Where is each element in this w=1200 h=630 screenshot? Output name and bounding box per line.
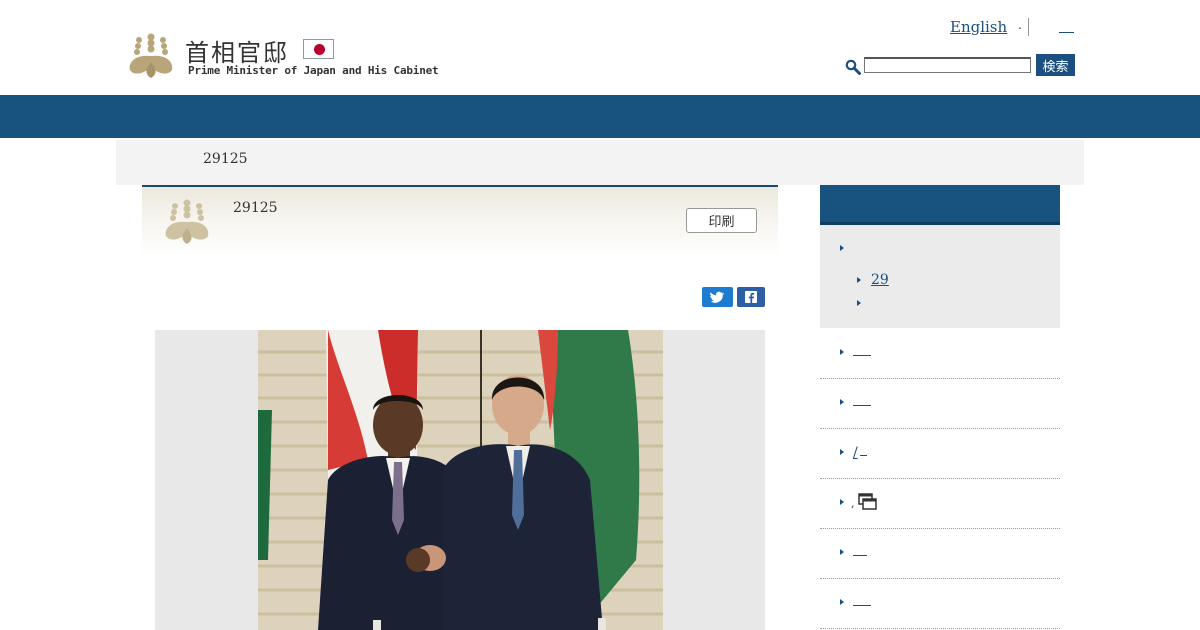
paulownia-emblem-icon [165, 199, 209, 244]
lang-divider [1028, 18, 1029, 36]
bullet-icon [840, 399, 844, 405]
paulownia-emblem-icon [129, 33, 173, 78]
sidebar-item[interactable] [820, 329, 1060, 379]
site-header: 首相官邸 Prime Minister of Japan and His Cab… [0, 0, 1200, 95]
sidebar-sub-link[interactable]: 29 [871, 272, 889, 288]
bullet-icon [857, 277, 861, 283]
sidebar-item[interactable] [820, 529, 1060, 579]
facebook-share-button[interactable] [737, 287, 765, 307]
global-nav-bar [0, 95, 1200, 138]
twitter-share-button[interactable] [702, 287, 733, 307]
sidebar-item-link[interactable]: / [853, 445, 858, 461]
article-header: 29125 印刷 [142, 185, 778, 257]
sidebar-item-link[interactable] [853, 355, 871, 356]
japan-flag-icon [303, 39, 334, 59]
english-link[interactable]: English [950, 18, 1007, 36]
site-title-en: Prime Minister of Japan and His Cabinet [188, 64, 439, 77]
search-input[interactable] [864, 57, 1031, 73]
breadcrumb: 29125 [116, 140, 1084, 185]
site-logo[interactable]: 首相官邸 Prime Minister of Japan and His Cab… [126, 32, 439, 80]
search-icon [845, 59, 861, 75]
article-photo-frame [155, 330, 765, 630]
sidebar-item-link[interactable] [853, 405, 871, 406]
sidebar-item-dot: , [851, 497, 855, 510]
bullet-icon [840, 549, 844, 555]
print-button[interactable]: 印刷 [686, 208, 757, 233]
facebook-icon [745, 291, 757, 303]
leaders-handshake-photo [258, 330, 663, 630]
sidebar-current-section [820, 225, 1060, 328]
twitter-icon [710, 291, 725, 303]
sidebar-item-underline [860, 455, 867, 456]
search-button[interactable]: 検索 [1036, 54, 1075, 76]
sidebar-item-link[interactable] [853, 555, 867, 556]
bullet-icon [840, 245, 844, 251]
sidebar-item[interactable]: / [820, 429, 1060, 479]
bullet-icon [840, 599, 844, 605]
sidebar-item-link[interactable] [853, 605, 871, 606]
lang-separator-dot: . [1018, 18, 1022, 32]
new-window-icon [858, 493, 877, 510]
sidebar-header [820, 185, 1060, 225]
bullet-icon [857, 300, 861, 306]
bullet-icon [840, 449, 844, 455]
other-language-link[interactable] [1059, 32, 1074, 33]
sidebar-item[interactable]: , [820, 479, 1060, 529]
sidebar-item[interactable] [820, 379, 1060, 429]
bullet-icon [840, 349, 844, 355]
bullet-icon [840, 499, 844, 505]
site-title-jp: 首相官邸 [185, 39, 289, 67]
breadcrumb-current: 29125 [203, 151, 248, 167]
sidebar-item[interactable] [820, 579, 1060, 629]
article-title: 29125 [233, 200, 278, 216]
